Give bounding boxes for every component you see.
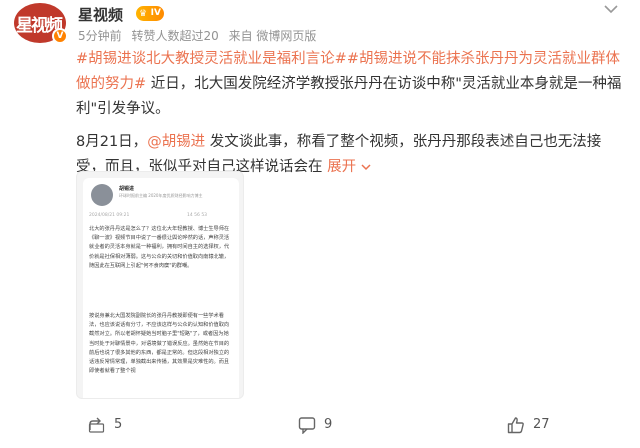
verified-icon: V xyxy=(52,28,68,44)
expand-link[interactable]: 展开 xyxy=(327,159,371,175)
image-post-stats: 14 56 53 xyxy=(187,213,208,218)
post-text: #胡锡进谈北大教授灵活就业是福利言论##胡锡进说不能抹杀张丹丹为灵活就业群体做的… xyxy=(76,47,624,188)
mention-link[interactable]: @胡锡进 xyxy=(147,134,205,150)
chevron-down-icon xyxy=(361,164,371,171)
image-paragraph-2: 按说身兼北大国发院副院长的张丹丹教授即便有一些学术看法，也应该说话有分寸，不应该… xyxy=(89,313,230,375)
chevron-down-icon[interactable] xyxy=(604,4,622,18)
image-user-subtitle: 环球时报前主编 2020年度优质财经影响力博主 xyxy=(119,193,203,198)
share-icon xyxy=(88,417,105,433)
image-content: 胡锡进 环球时报前主编 2020年度优质财经影响力博主 2024/08/21 0… xyxy=(83,178,239,398)
post-date-text: 8月21日， xyxy=(76,134,148,150)
share-count: 5 xyxy=(114,417,123,432)
crown-icon: ♛ xyxy=(139,9,148,19)
user-name[interactable]: 星视频 xyxy=(78,4,123,25)
comment-count: 9 xyxy=(324,417,333,432)
image-avatar xyxy=(91,184,113,206)
user-level-badge[interactable]: ♛ IV xyxy=(136,6,164,21)
user-level-label: IV xyxy=(150,8,161,18)
weibo-post-card: 星视频 V 星视频 ♛ IV 5分钟前 转赞人数超过20 来自 微博网页版 #胡… xyxy=(0,0,640,448)
image-user-name: 胡锡进 xyxy=(119,186,135,192)
image-paragraph-1: 北大的张丹丹这是怎么了？这位北大年轻教授、博士生导师在《聊一波》视频节目中说了一… xyxy=(89,226,230,269)
topic-link-1[interactable]: #胡锡进谈北大教授灵活就业是福利言论# xyxy=(76,51,347,67)
repost-count-text: 转赞人数超过20 xyxy=(131,29,219,43)
post-meta: 5分钟前 转赞人数超过20 来自 微博网页版 xyxy=(78,27,322,44)
post-source: 来自 微博网页版 xyxy=(228,29,317,43)
thumbs-up-icon xyxy=(507,417,524,434)
like-count: 27 xyxy=(533,417,550,432)
post-image[interactable]: 胡锡进 环球时报前主编 2020年度优质财经影响力博主 2024/08/21 0… xyxy=(76,171,244,399)
post-time[interactable]: 5分钟前 xyxy=(78,29,122,43)
expand-label: 展开 xyxy=(327,159,357,175)
image-post-meta: 2024/08/21 09:21 xyxy=(89,213,130,218)
post-text-line1: 近日，北大国发院经济学教授张丹丹在访谈中称"灵活就业本身就是一种福利"引发争议。 xyxy=(76,76,622,117)
comment-icon xyxy=(298,417,316,434)
